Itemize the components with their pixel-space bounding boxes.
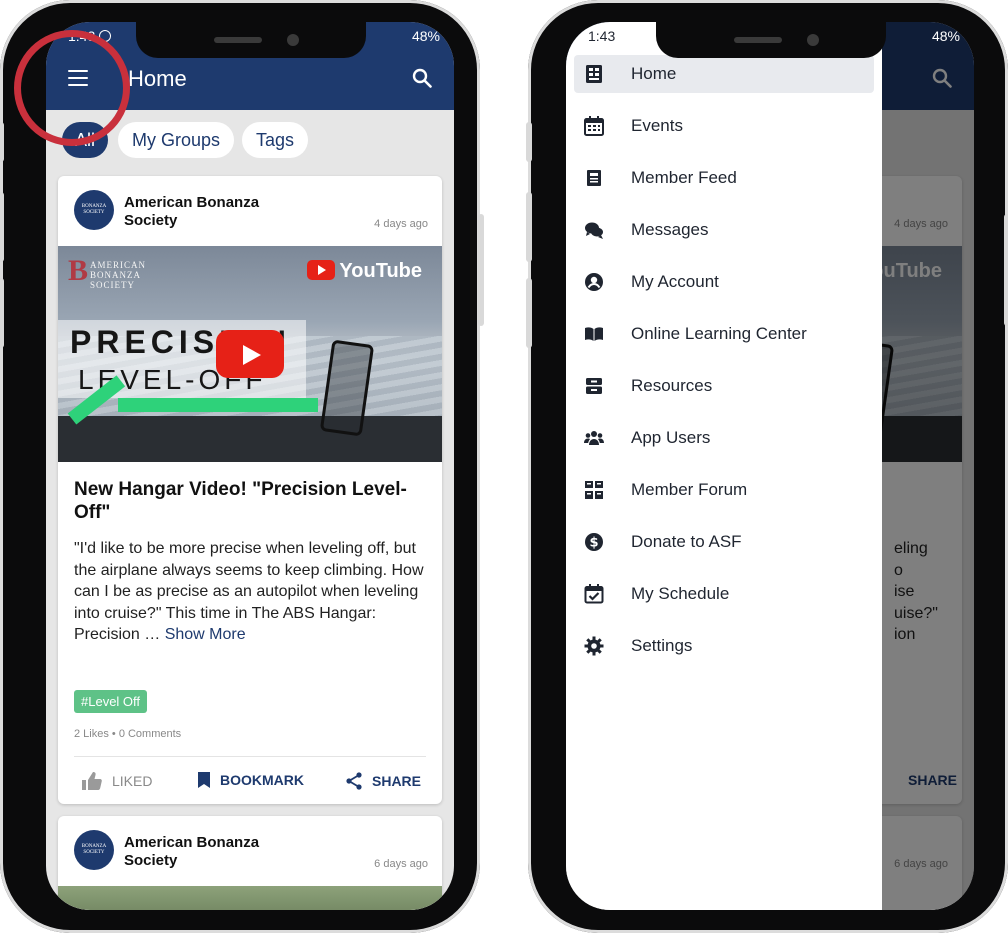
phone-side-button [478,214,484,326]
account-icon [585,273,603,291]
page-title: Home [128,66,187,91]
post-title: New Hangar Video! "Precision Level-Off" [74,479,407,523]
phone-side-button [526,122,532,162]
youtube-icon [307,260,336,280]
phone-side-button [0,192,4,262]
drawer-item-app-users[interactable]: App Users [574,419,874,457]
svg-text:$: $ [589,536,598,551]
chip-tags[interactable]: Tags [242,122,308,158]
schedule-icon [584,584,604,604]
divider [74,756,426,757]
drawer-item-online-learning-center[interactable]: Online Learning Center [574,315,874,353]
status-battery: 48% [411,28,440,44]
notch [136,22,366,58]
status-battery: 48% [931,28,960,44]
gear-icon [584,636,604,656]
book-icon [585,327,603,341]
drawer-item-member-forum[interactable]: Member Forum [574,471,874,509]
drawer-item-member-feed[interactable]: Member Feed [574,159,874,197]
phone-side-button [0,122,4,162]
highlight-circle [14,30,130,146]
home-icon [586,65,602,83]
hashtag-chip[interactable]: #Level Off [74,690,148,713]
post-timestamp: 6 days ago [374,858,428,870]
notch [656,22,886,58]
navigation-drawer: Home Events Member Feed Messages My Acco… [566,22,882,910]
drawer-item-resources[interactable]: Resources [574,367,874,405]
post-body: "I'd like to be more precise when leveli… [74,540,424,643]
org-avatar: BONANZA SOCIETY [74,190,114,230]
search-icon[interactable] [412,68,432,88]
post-stats: 2 Likes • 0 Comments [74,728,182,740]
abs-logo: B AMERICAN BONANZA SOCIETY [68,254,147,291]
drawer-item-events[interactable]: Events [574,107,874,145]
bookmark-button[interactable]: BOOKMARK [198,772,304,788]
like-button[interactable]: LIKED [82,772,152,790]
post-image[interactable] [58,886,442,910]
chip-my-groups[interactable]: My Groups [118,122,234,158]
drawer-item-home[interactable]: Home [574,55,874,93]
drawer-item-my-account[interactable]: My Account [574,263,874,301]
chat-icon [585,222,603,239]
video-thumbnail[interactable]: PRECISION LEVEL-OFF B AMERICAN BONANZA S… [58,246,442,462]
share-icon [346,772,362,790]
dollar-icon: $ [585,533,603,551]
youtube-logo: YouTube [307,260,422,283]
thumbs-up-icon [82,772,102,790]
archive-icon [586,378,602,394]
forum-icon [585,481,603,499]
post-card: BONANZA SOCIETY American Bonanza Society … [58,176,442,804]
drawer-item-donate[interactable]: $ Donate to ASF [574,523,874,561]
drawer-item-messages[interactable]: Messages [574,211,874,249]
org-name[interactable]: American Bonanza Society [124,194,284,230]
status-time-over-drawer: 1:43 [588,28,616,44]
org-name[interactable]: American Bonanza Society [124,834,284,870]
drawer-item-my-schedule[interactable]: My Schedule [574,575,874,613]
bookmark-icon [198,772,210,788]
drawer-item-settings[interactable]: Settings [574,627,874,665]
users-icon [584,431,604,445]
screen-left: 1:43 48% Home All My Groups Tags BONANZA… [46,22,454,910]
post-timestamp: 4 days ago [374,218,428,230]
calendar-icon [584,116,604,136]
phone-side-button [0,278,4,348]
phone-side-button [526,278,532,348]
phone-side-button [1004,214,1008,326]
phone-frame-right: 1:43 48% 4 days ago YouTube eling o ise … [526,0,1008,933]
org-avatar: BONANZA SOCIETY [74,830,114,870]
play-button[interactable] [216,330,284,378]
phone-side-button [526,192,532,262]
post-card: BONANZA SOCIETY American Bonanza Society … [58,816,442,910]
share-button[interactable]: SHARE [346,772,421,790]
phone-frame-left: 1:43 48% Home All My Groups Tags BONANZA… [0,0,484,933]
show-more-link[interactable]: Show More [165,626,246,643]
newspaper-icon [587,170,601,186]
screen-right: 1:43 48% 4 days ago YouTube eling o ise … [566,22,974,910]
